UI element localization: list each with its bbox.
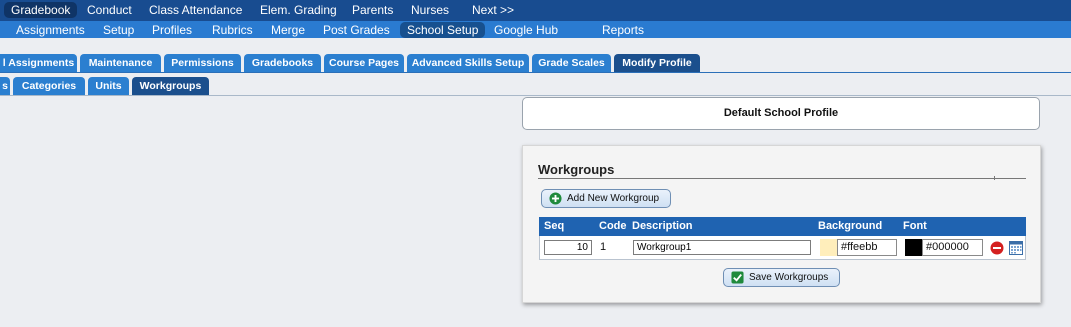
save-workgroups-button[interactable]: Save Workgroups [723,268,840,287]
nav-elem-grading[interactable]: Elem. Grading [253,2,344,18]
table-row: 1 #ffeebb #000000 [539,236,1026,260]
save-workgroups-label: Save Workgroups [749,272,829,283]
tab-advanced-skills-setup[interactable]: Advanced Skills Setup [407,54,529,72]
tab-permissions[interactable]: Permissions [164,54,241,72]
minus-circle-icon[interactable] [990,241,1004,255]
tab-row1-divider [0,72,1071,73]
add-workgroup-label: Add New Workgroup [567,193,660,204]
nav-nurses[interactable]: Nurses [404,2,456,18]
tab-workgroups[interactable]: Workgroups [132,77,209,95]
panel-title-rule-tick [994,176,995,180]
nav-next[interactable]: Next >> [465,2,521,18]
nav-profiles[interactable]: Profiles [145,22,199,38]
secondary-nav: Assignments Setup Profiles Rubrics Merge… [0,21,1071,38]
nav-merge[interactable]: Merge [264,22,312,38]
nav-assignments[interactable]: Assignments [9,22,92,38]
col-description: Description [632,220,693,232]
panel-title-rule [538,178,1026,179]
tab-maintenance[interactable]: Maintenance [80,54,161,72]
primary-nav: Gradebook Conduct Class Attendance Elem.… [0,0,1071,21]
nav-post-grades[interactable]: Post Grades [316,22,397,38]
nav-parents[interactable]: Parents [345,2,400,18]
font-swatch[interactable] [905,239,922,256]
seq-input[interactable] [544,240,592,255]
nav-google-hub[interactable]: Google Hub [487,22,565,38]
panel-title: Workgroups [538,162,615,177]
tab-subtab-partial[interactable]: s [0,77,10,95]
plus-circle-icon [549,192,562,205]
tab-grade-scales[interactable]: Grade Scales [532,54,611,72]
calendar-icon[interactable] [1009,240,1023,255]
nav-rubrics[interactable]: Rubrics [205,22,260,38]
tab-categories[interactable]: Categories [13,77,85,95]
description-input[interactable] [633,240,811,255]
nav-reports[interactable]: Reports [595,22,651,38]
background-color-field[interactable]: #ffeebb [837,239,897,256]
tab-course-pages[interactable]: Course Pages [324,54,404,72]
col-seq: Seq [544,220,565,232]
tab-row2-divider [0,95,1071,96]
nav-setup[interactable]: Setup [96,22,141,38]
nav-school-setup[interactable]: School Setup [400,22,486,38]
nav-class-attendance[interactable]: Class Attendance [142,2,249,18]
tab-assignments[interactable]: l Assignments [0,54,77,72]
code-value: 1 [600,241,607,253]
checkbox-icon [731,271,744,284]
col-font: Font [903,220,927,232]
nav-gradebook[interactable]: Gradebook [4,2,78,18]
nav-conduct[interactable]: Conduct [80,2,139,18]
workgroups-table-header: Seq Code Description Background Font [539,217,1026,236]
add-workgroup-button[interactable]: Add New Workgroup [541,189,671,208]
tab-modify-profile[interactable]: Modify Profile [614,54,700,72]
font-color-field[interactable]: #000000 [922,239,983,256]
col-code: Code [599,220,627,232]
background-swatch[interactable] [820,239,837,256]
profile-title-box: Default School Profile [522,97,1040,130]
tab-units[interactable]: Units [88,77,129,95]
workgroups-panel: Workgroups Add New Workgroup Seq Code De… [522,145,1041,303]
tab-gradebooks[interactable]: Gradebooks [244,54,321,72]
col-background: Background [818,220,883,232]
